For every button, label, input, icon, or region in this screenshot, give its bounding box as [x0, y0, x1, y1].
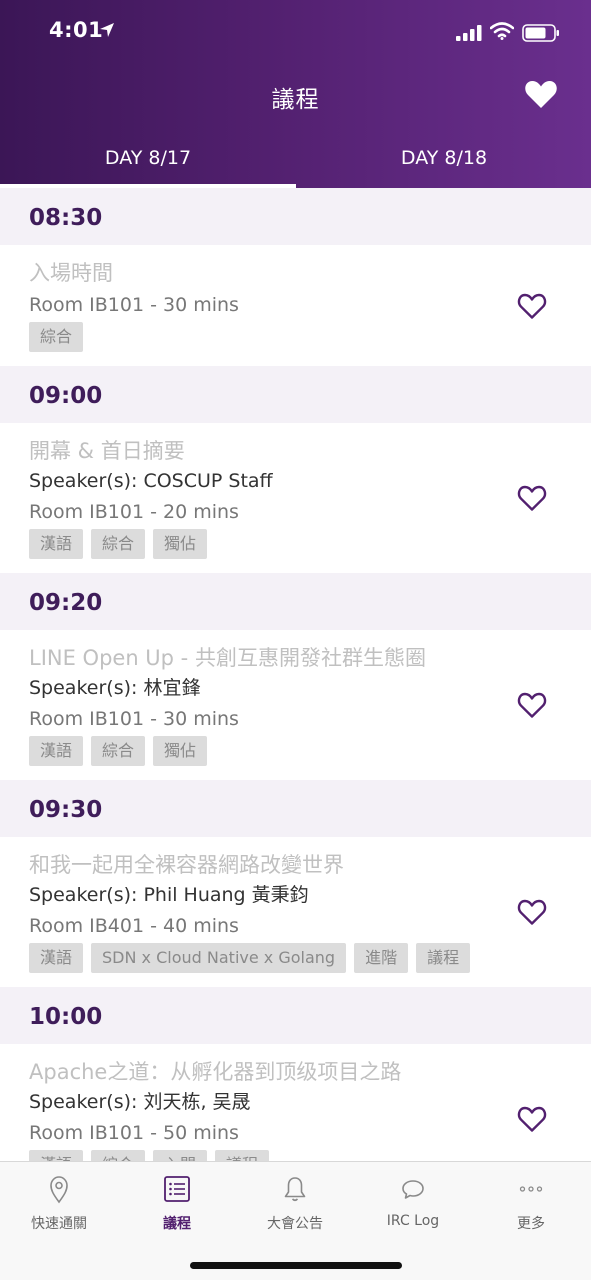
more-dots-icon: [519, 1186, 543, 1192]
favorite-heart-icon[interactable]: [517, 292, 547, 320]
bell-icon: [284, 1177, 306, 1202]
session-room: Room IB401 - 40 mins: [29, 915, 239, 937]
location-pin-icon: [50, 1176, 68, 1204]
tag: SDN x Cloud Native x Golang: [91, 943, 347, 973]
tag: 進階: [354, 943, 409, 973]
tag: 獨佔: [153, 529, 208, 559]
session-room: Room IB101 - 20 mins: [29, 501, 239, 523]
wifi-icon: [490, 22, 514, 40]
app-header: 4:01 議程 DAY 8/17 DAY 8/18: [0, 0, 591, 188]
session-card[interactable]: 開幕 & 首日摘要 Speaker(s): COSCUP Staff Room …: [0, 423, 591, 573]
session-title: LINE Open Up - 共創互惠開發社群生態圈: [29, 646, 426, 670]
tabbar-item-announcements[interactable]: 大會公告: [236, 1162, 354, 1242]
favorite-heart-icon[interactable]: [517, 898, 547, 926]
favorite-heart-icon[interactable]: [517, 484, 547, 512]
session-tags: 漢語 綜合 獨佔: [29, 529, 501, 559]
session-card[interactable]: 入場時間 Room IB101 - 30 mins 綜合: [0, 245, 591, 366]
tabbar-label: 更多: [517, 1216, 545, 1232]
time-header: 09:20: [0, 573, 591, 630]
favorite-heart-icon[interactable]: [517, 691, 547, 719]
tab-day-8-17[interactable]: DAY 8/17: [0, 128, 296, 188]
session-card[interactable]: 和我一起用全裸容器網路改變世界 Speaker(s): Phil Huang 黃…: [0, 837, 591, 987]
tabbar-item-fast-pass[interactable]: 快速通關: [0, 1162, 118, 1242]
session-title: 和我一起用全裸容器網路改變世界: [29, 853, 344, 877]
tag: 漢語: [29, 943, 84, 973]
status-bar: 4:01: [0, 0, 591, 66]
schedule-list[interactable]: 08:30 入場時間 Room IB101 - 30 mins 綜合 09:00…: [0, 188, 591, 1161]
tag: 議程: [416, 943, 471, 973]
time-header: 10:00: [0, 987, 591, 1044]
status-time: 4:01: [49, 18, 104, 42]
tag: 漢語: [29, 736, 84, 766]
favorites-heart-icon[interactable]: [524, 78, 558, 110]
session-card[interactable]: Apache之道：从孵化器到顶级项目之路 Speaker(s): 刘天栋, 吴晟…: [0, 1044, 591, 1161]
page-title: 議程: [271, 87, 320, 113]
session-room: Room IB101 - 30 mins: [29, 708, 239, 730]
session-speaker: Speaker(s): 刘天栋, 吴晟: [29, 1091, 251, 1113]
tag: 漢語: [29, 529, 84, 559]
session-title: Apache之道：从孵化器到顶级项目之路: [29, 1060, 402, 1084]
tag: 入門: [153, 1150, 208, 1161]
chat-bubble-icon: [402, 1180, 424, 1199]
tabbar-item-more[interactable]: 更多: [472, 1162, 590, 1242]
session-card[interactable]: LINE Open Up - 共創互惠開發社群生態圈 Speaker(s): 林…: [0, 630, 591, 780]
session-room: Room IB101 - 50 mins: [29, 1122, 239, 1144]
tabbar-label: 快速通關: [31, 1216, 87, 1232]
tag: 綜合: [91, 529, 146, 559]
tab-day-8-18[interactable]: DAY 8/18: [296, 128, 591, 188]
tabbar-label: 議程: [163, 1216, 191, 1232]
cellular-signal-icon: [456, 25, 482, 41]
session-tags: 漢語 綜合 獨佔: [29, 736, 501, 766]
tabbar-item-irc-log[interactable]: IRC Log: [354, 1162, 472, 1242]
tag: 獨佔: [153, 736, 208, 766]
tabbar-item-schedule[interactable]: 議程: [118, 1162, 236, 1242]
session-tags: 漢語 SDN x Cloud Native x Golang 進階 議程: [29, 943, 501, 973]
tag: 綜合: [29, 322, 84, 352]
home-indicator: [190, 1262, 402, 1269]
tag: 綜合: [91, 1150, 146, 1161]
location-arrow-icon: [100, 23, 114, 37]
tabbar-label: IRC Log: [386, 1213, 440, 1229]
tag: 綜合: [91, 736, 146, 766]
session-speaker: Speaker(s): 林宜鋒: [29, 677, 201, 699]
session-title: 入場時間: [29, 261, 113, 285]
session-tags: 漢語 綜合 入門 議程: [29, 1150, 501, 1161]
session-title: 開幕 & 首日摘要: [29, 439, 185, 463]
battery-icon: [522, 24, 559, 42]
tabbar-label: 大會公告: [267, 1216, 323, 1232]
time-header: 08:30: [0, 188, 591, 245]
session-speaker: Speaker(s): Phil Huang 黃秉鈞: [29, 884, 309, 906]
session-room: Room IB101 - 30 mins: [29, 294, 239, 316]
session-speaker: Speaker(s): COSCUP Staff: [29, 470, 273, 492]
tag: 議程: [215, 1150, 270, 1161]
list-icon: [164, 1176, 190, 1202]
time-header: 09:00: [0, 366, 591, 423]
time-header: 09:30: [0, 780, 591, 837]
favorite-heart-icon[interactable]: [517, 1105, 547, 1133]
session-tags: 綜合: [29, 322, 501, 352]
tag: 漢語: [29, 1150, 84, 1161]
